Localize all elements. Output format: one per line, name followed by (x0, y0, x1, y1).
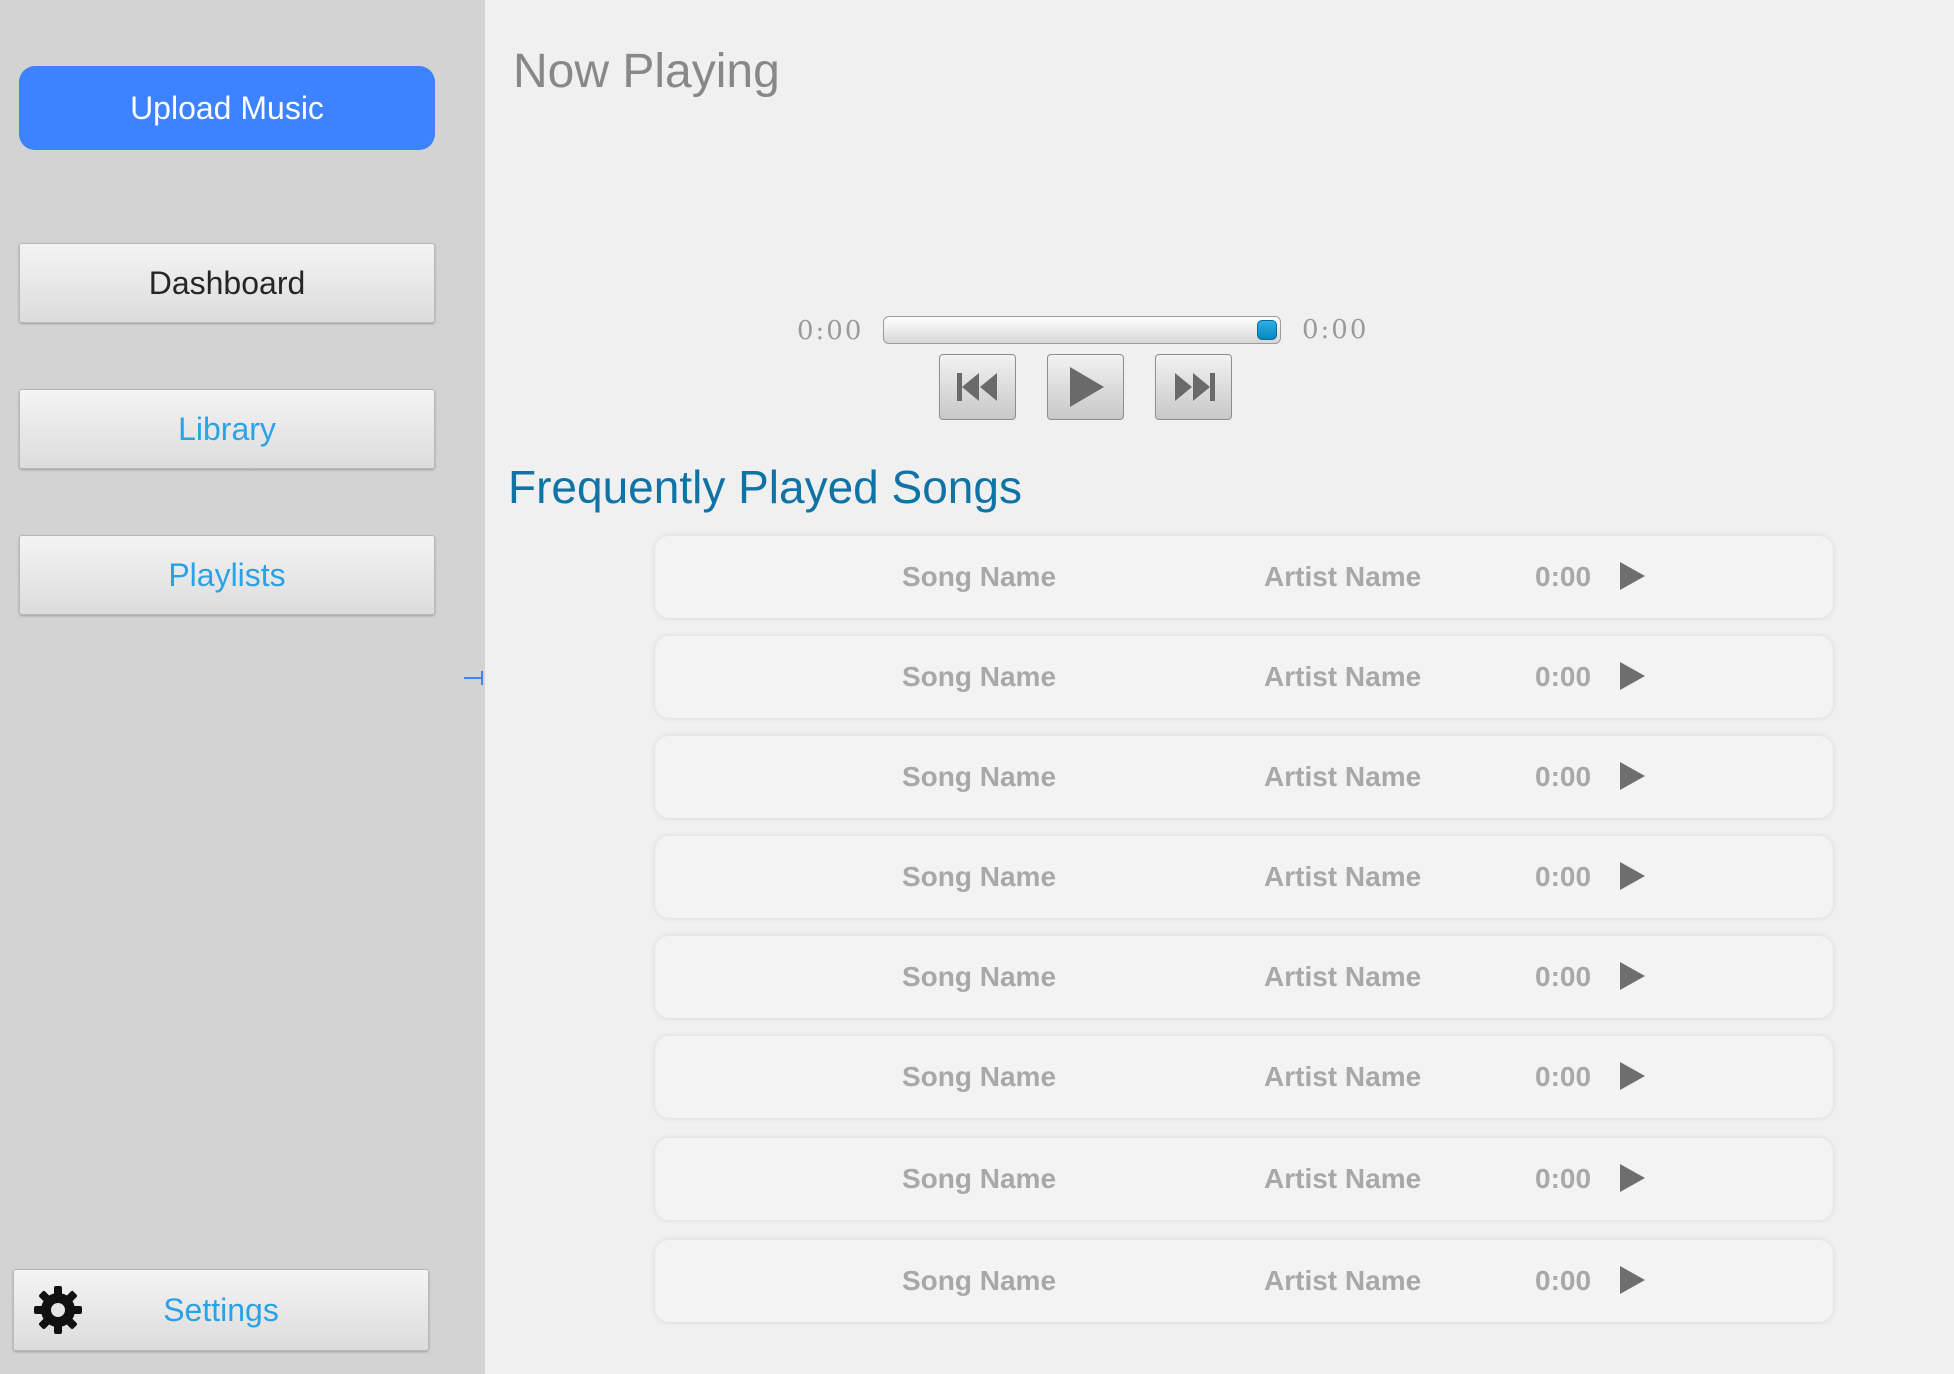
artist-name: Artist Name (1264, 1061, 1422, 1092)
song-duration: 0:00 (1535, 561, 1592, 592)
artist-name: Artist Name (1264, 661, 1422, 692)
play-icon[interactable] (1618, 661, 1646, 691)
play-icon[interactable] (1618, 761, 1646, 791)
play-icon[interactable] (1618, 861, 1646, 891)
artist-name: Artist Name (1264, 1163, 1422, 1194)
progress-thumb[interactable] (1257, 320, 1277, 340)
song-row[interactable]: Song Name Artist Name 0:00 (655, 736, 1833, 818)
play-icon[interactable] (1618, 961, 1646, 991)
duration-time: 0:00 (1302, 315, 1369, 345)
play-icon[interactable] (1618, 561, 1646, 591)
nav-dashboard-button[interactable]: Dashboard (19, 243, 435, 323)
nav-library-button[interactable]: Library (19, 389, 435, 469)
upload-music-button[interactable]: Upload Music (19, 66, 435, 150)
play-button[interactable] (1047, 354, 1124, 420)
song-row[interactable]: Song Name Artist Name 0:00 (655, 1240, 1833, 1322)
play-icon[interactable] (1618, 1163, 1646, 1193)
song-name: Song Name (902, 761, 1057, 792)
artist-name: Artist Name (1264, 761, 1422, 792)
song-row[interactable]: Song Name Artist Name 0:00 (655, 1036, 1833, 1118)
play-icon[interactable] (1618, 1061, 1646, 1091)
song-duration: 0:00 (1535, 1163, 1592, 1194)
song-row[interactable]: Song Name Artist Name 0:00 (655, 936, 1833, 1018)
song-name: Song Name (902, 1265, 1057, 1296)
nav-playlists-button[interactable]: Playlists (19, 535, 435, 615)
song-name: Song Name (902, 661, 1057, 692)
song-duration: 0:00 (1535, 1061, 1592, 1092)
song-name: Song Name (902, 861, 1057, 892)
song-row[interactable]: Song Name Artist Name 0:00 (655, 836, 1833, 918)
song-name: Song Name (902, 1163, 1057, 1194)
play-icon (1069, 367, 1104, 407)
song-duration: 0:00 (1535, 761, 1592, 792)
song-duration: 0:00 (1535, 961, 1592, 992)
song-name: Song Name (902, 561, 1057, 592)
song-duration: 0:00 (1535, 1265, 1592, 1296)
progress-slider[interactable] (883, 316, 1281, 344)
artist-name: Artist Name (1264, 861, 1422, 892)
rewind-button[interactable] (939, 354, 1016, 420)
play-icon[interactable] (1618, 1265, 1646, 1295)
now-playing-title: Now Playing (513, 45, 780, 98)
settings-button[interactable]: Settings (13, 1269, 429, 1351)
artist-name: Artist Name (1264, 561, 1422, 592)
fast-forward-icon (1174, 373, 1215, 401)
collapse-arrow-icon[interactable] (462, 668, 486, 688)
elapsed-time: 0:00 (797, 316, 864, 346)
song-row[interactable]: Song Name Artist Name 0:00 (655, 536, 1833, 618)
fast-forward-button[interactable] (1155, 354, 1232, 420)
song-row[interactable]: Song Name Artist Name 0:00 (655, 1138, 1833, 1220)
settings-label: Settings (163, 1291, 279, 1328)
song-duration: 0:00 (1535, 661, 1592, 692)
song-name: Song Name (902, 961, 1057, 992)
artist-name: Artist Name (1264, 1265, 1422, 1296)
sidebar: Upload Music Dashboard Library Playlists… (0, 0, 485, 1374)
artist-name: Artist Name (1264, 961, 1422, 992)
song-name: Song Name (902, 1061, 1057, 1092)
song-row[interactable]: Song Name Artist Name 0:00 (655, 636, 1833, 718)
frequently-played-title: Frequently Played Songs (508, 461, 1022, 513)
song-duration: 0:00 (1535, 861, 1592, 892)
rewind-icon (956, 373, 997, 401)
